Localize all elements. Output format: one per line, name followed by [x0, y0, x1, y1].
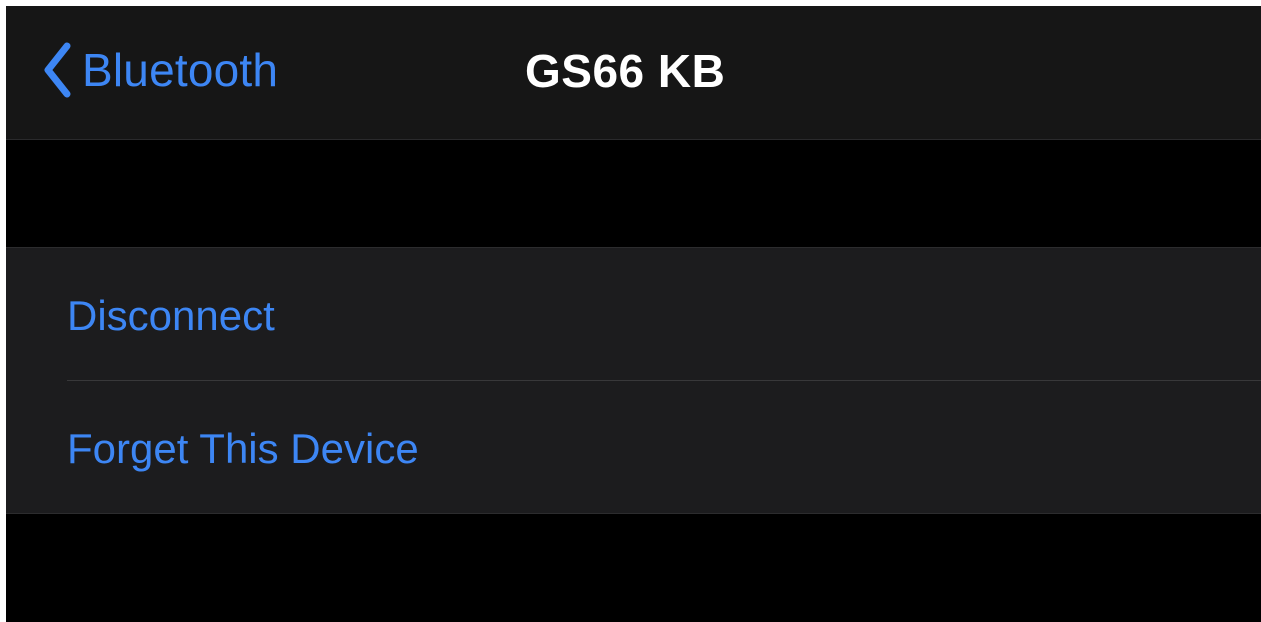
chevron-left-icon [44, 42, 71, 98]
back-button-label: Bluetooth [82, 44, 279, 96]
device-actions-group: Disconnect Forget This Device [6, 247, 1261, 514]
forget-device-label: Forget This Device [67, 425, 419, 472]
bluetooth-device-screen: Bluetooth GS66 KB Disconnect Forget This… [6, 6, 1261, 622]
back-button[interactable]: Bluetooth [42, 40, 278, 100]
disconnect-label: Disconnect [67, 292, 275, 339]
forget-device-button[interactable]: Forget This Device [6, 381, 1261, 514]
navigation-bar: Bluetooth GS66 KB [6, 6, 1261, 140]
disconnect-button[interactable]: Disconnect [6, 248, 1261, 381]
page-title: GS66 KB [525, 45, 726, 97]
